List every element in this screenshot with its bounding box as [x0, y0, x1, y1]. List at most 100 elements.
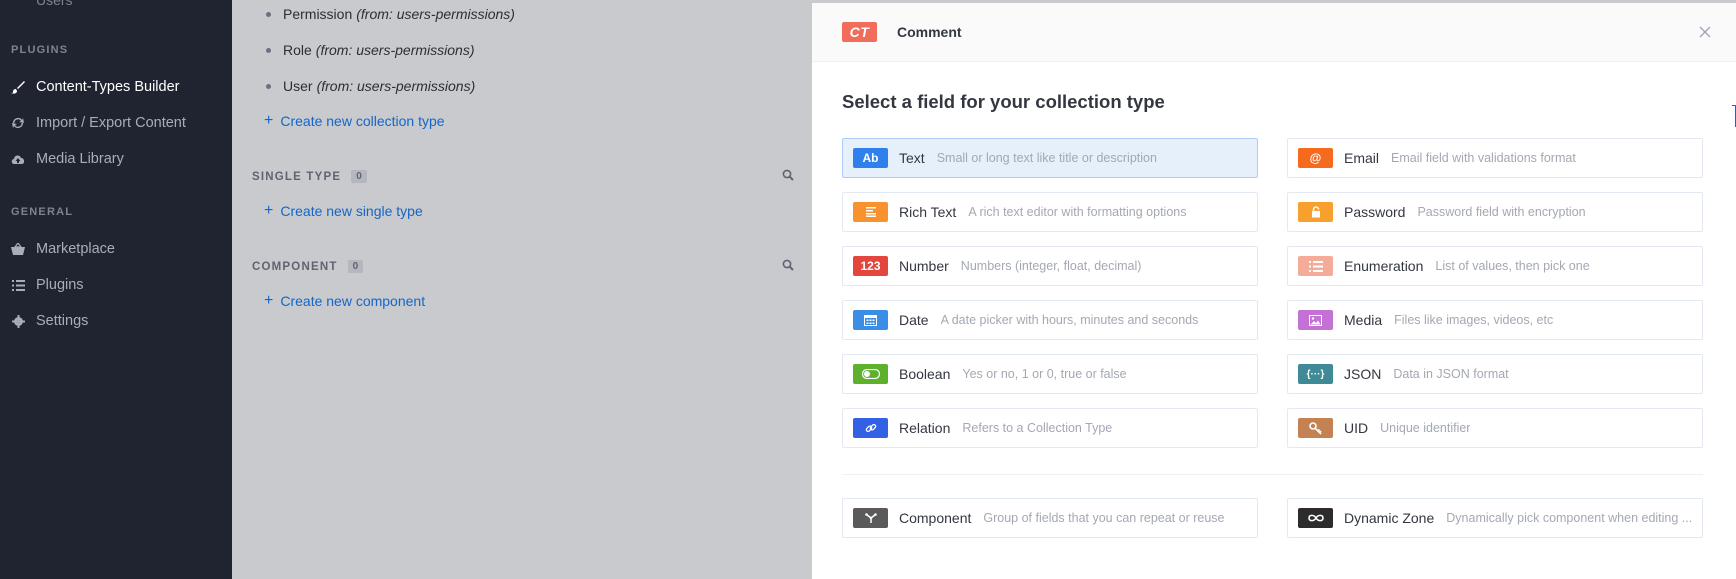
- collection-type-item[interactable]: Permission (from: users-permissions): [266, 6, 515, 22]
- field-type-name: JSON: [1344, 366, 1382, 382]
- collection-type-name: Role: [283, 42, 312, 58]
- search-icon[interactable]: [782, 258, 796, 272]
- basket-icon: [10, 241, 26, 257]
- collection-type-badge: CT: [842, 22, 877, 42]
- create-single-type-link[interactable]: + Create new single type: [264, 202, 423, 220]
- field-type-description: Email field with validations format: [1391, 151, 1576, 165]
- create-collection-type-label: Create new collection type: [280, 113, 445, 129]
- field-type-name: Enumeration: [1344, 258, 1424, 274]
- field-type-relation[interactable]: Relation Refers to a Collection Type: [842, 408, 1258, 448]
- component-heading-label: COMPONENT: [252, 260, 338, 273]
- cloud-upload-icon: [10, 151, 26, 167]
- sidebar-item-users[interactable]: Users: [36, 0, 73, 8]
- infinity-icon: [1298, 508, 1333, 528]
- calendar-icon: [853, 310, 888, 330]
- divider: [842, 474, 1703, 475]
- single-type-count-badge: 0: [351, 170, 367, 183]
- field-type-media[interactable]: Media Files like images, videos, etc: [1287, 300, 1703, 340]
- field-type-description: Yes or no, 1 or 0, true or false: [962, 367, 1127, 381]
- field-type-description: Files like images, videos, etc: [1394, 313, 1554, 327]
- field-type-description: Numbers (integer, float, decimal): [960, 259, 1142, 273]
- field-type-name: Boolean: [899, 366, 951, 382]
- search-icon[interactable]: [782, 168, 796, 182]
- sidebar-item-label: Media Library: [36, 151, 124, 167]
- toggle-icon: [853, 364, 888, 384]
- create-component-label: Create new component: [280, 293, 426, 309]
- underlying-page-edge: [1732, 105, 1736, 127]
- sidebar-item-label: Content-Types Builder: [36, 79, 180, 95]
- sidebar-item-marketplace[interactable]: Marketplace: [10, 238, 115, 260]
- field-type-name: Component: [899, 510, 972, 526]
- field-type-name: Number: [899, 258, 949, 274]
- close-icon[interactable]: [1696, 23, 1714, 41]
- field-type-name: Password: [1344, 204, 1406, 220]
- collection-type-item[interactable]: Role (from: users-permissions): [266, 42, 475, 58]
- json-icon: {···}: [1298, 364, 1333, 384]
- image-icon: [1298, 310, 1333, 330]
- modal-title: Comment: [897, 24, 962, 40]
- gear-icon: [10, 313, 26, 329]
- plus-icon: +: [264, 292, 274, 309]
- sidebar-item-label: Import / Export Content: [36, 115, 186, 131]
- field-type-description: Refers to a Collection Type: [962, 421, 1113, 435]
- select-field-modal: CT Comment Select a field for your colle…: [812, 3, 1736, 579]
- component-icon: [853, 508, 888, 528]
- field-type-description: A date picker with hours, minutes and se…: [940, 313, 1199, 327]
- sync-icon: [10, 115, 26, 131]
- field-type-name: UID: [1344, 420, 1369, 436]
- plus-icon: +: [264, 112, 274, 129]
- sidebar-item-import-export[interactable]: Import / Export Content: [10, 112, 186, 134]
- field-type-dynamic-zone[interactable]: Dynamic Zone Dynamically pick component …: [1287, 498, 1703, 538]
- field-type-number[interactable]: 123 Number Numbers (integer, float, deci…: [842, 246, 1258, 286]
- bullet: [266, 83, 271, 89]
- paintbrush-icon: [10, 79, 26, 95]
- sidebar-item-label: Marketplace: [36, 241, 115, 257]
- create-component-link[interactable]: + Create new component: [264, 292, 425, 310]
- field-type-name: Rich Text: [899, 204, 957, 220]
- field-type-name: Relation: [899, 420, 951, 436]
- sidebar-heading-plugins: PLUGINS: [11, 44, 69, 56]
- create-collection-type-link[interactable]: + Create new collection type: [264, 112, 445, 130]
- field-type-date[interactable]: Date A date picker with hours, minutes a…: [842, 300, 1258, 340]
- sidebar-item-media-library[interactable]: Media Library: [10, 148, 124, 170]
- modal-section-heading: Select a field for your collection type: [842, 91, 1165, 112]
- component-heading: COMPONENT 0: [252, 260, 364, 273]
- field-type-uid[interactable]: UID Unique identifier: [1287, 408, 1703, 448]
- list-icon: [10, 277, 26, 293]
- single-type-heading: SINGLE TYPE 0: [252, 170, 367, 183]
- collection-type-source: (from: users-permissions): [316, 78, 476, 94]
- collection-type-name: Permission: [283, 6, 353, 22]
- link-icon: [853, 418, 888, 438]
- field-type-name: Date: [899, 312, 929, 328]
- field-type-description: Password field with encryption: [1417, 205, 1586, 219]
- bullet: [266, 11, 271, 17]
- field-type-description: Small or long text like title or descrip…: [936, 151, 1157, 165]
- single-type-heading-label: SINGLE TYPE: [252, 170, 342, 183]
- field-type-email[interactable]: @ Email Email field with validations for…: [1287, 138, 1703, 178]
- create-single-type-label: Create new single type: [280, 203, 423, 219]
- field-type-description: Data in JSON format: [1393, 367, 1509, 381]
- field-type-description: Unique identifier: [1380, 421, 1471, 435]
- key-icon: [1298, 418, 1333, 438]
- list-icon: [1298, 256, 1333, 276]
- sidebar-item-plugins[interactable]: Plugins: [10, 274, 84, 296]
- text-icon: Ab: [853, 148, 888, 168]
- field-type-text[interactable]: Ab Text Small or long text like title or…: [842, 138, 1258, 178]
- field-type-password[interactable]: Password Password field with encryption: [1287, 192, 1703, 232]
- collection-type-source: (from: users-permissions): [356, 6, 515, 22]
- field-type-boolean[interactable]: Boolean Yes or no, 1 or 0, true or false: [842, 354, 1258, 394]
- at-icon: @: [1298, 148, 1333, 168]
- field-type-name: Email: [1344, 150, 1380, 166]
- sidebar-item-label: Plugins: [36, 277, 84, 293]
- sidebar-item-settings[interactable]: Settings: [10, 310, 88, 332]
- collection-type-item[interactable]: User (from: users-permissions): [266, 78, 475, 94]
- field-type-json[interactable]: {···} JSON Data in JSON format: [1287, 354, 1703, 394]
- sidebar-item-content-types-builder[interactable]: Content-Types Builder: [10, 76, 179, 98]
- field-type-component[interactable]: Component Group of fields that you can r…: [842, 498, 1258, 538]
- number-icon: 123: [853, 256, 888, 276]
- field-type-rich-text[interactable]: Rich Text A rich text editor with format…: [842, 192, 1258, 232]
- field-type-enumeration[interactable]: Enumeration List of values, then pick on…: [1287, 246, 1703, 286]
- field-type-name: Text: [899, 150, 925, 166]
- collection-type-source: (from: users-permissions): [315, 42, 475, 58]
- field-type-description: A rich text editor with formatting optio…: [968, 205, 1187, 219]
